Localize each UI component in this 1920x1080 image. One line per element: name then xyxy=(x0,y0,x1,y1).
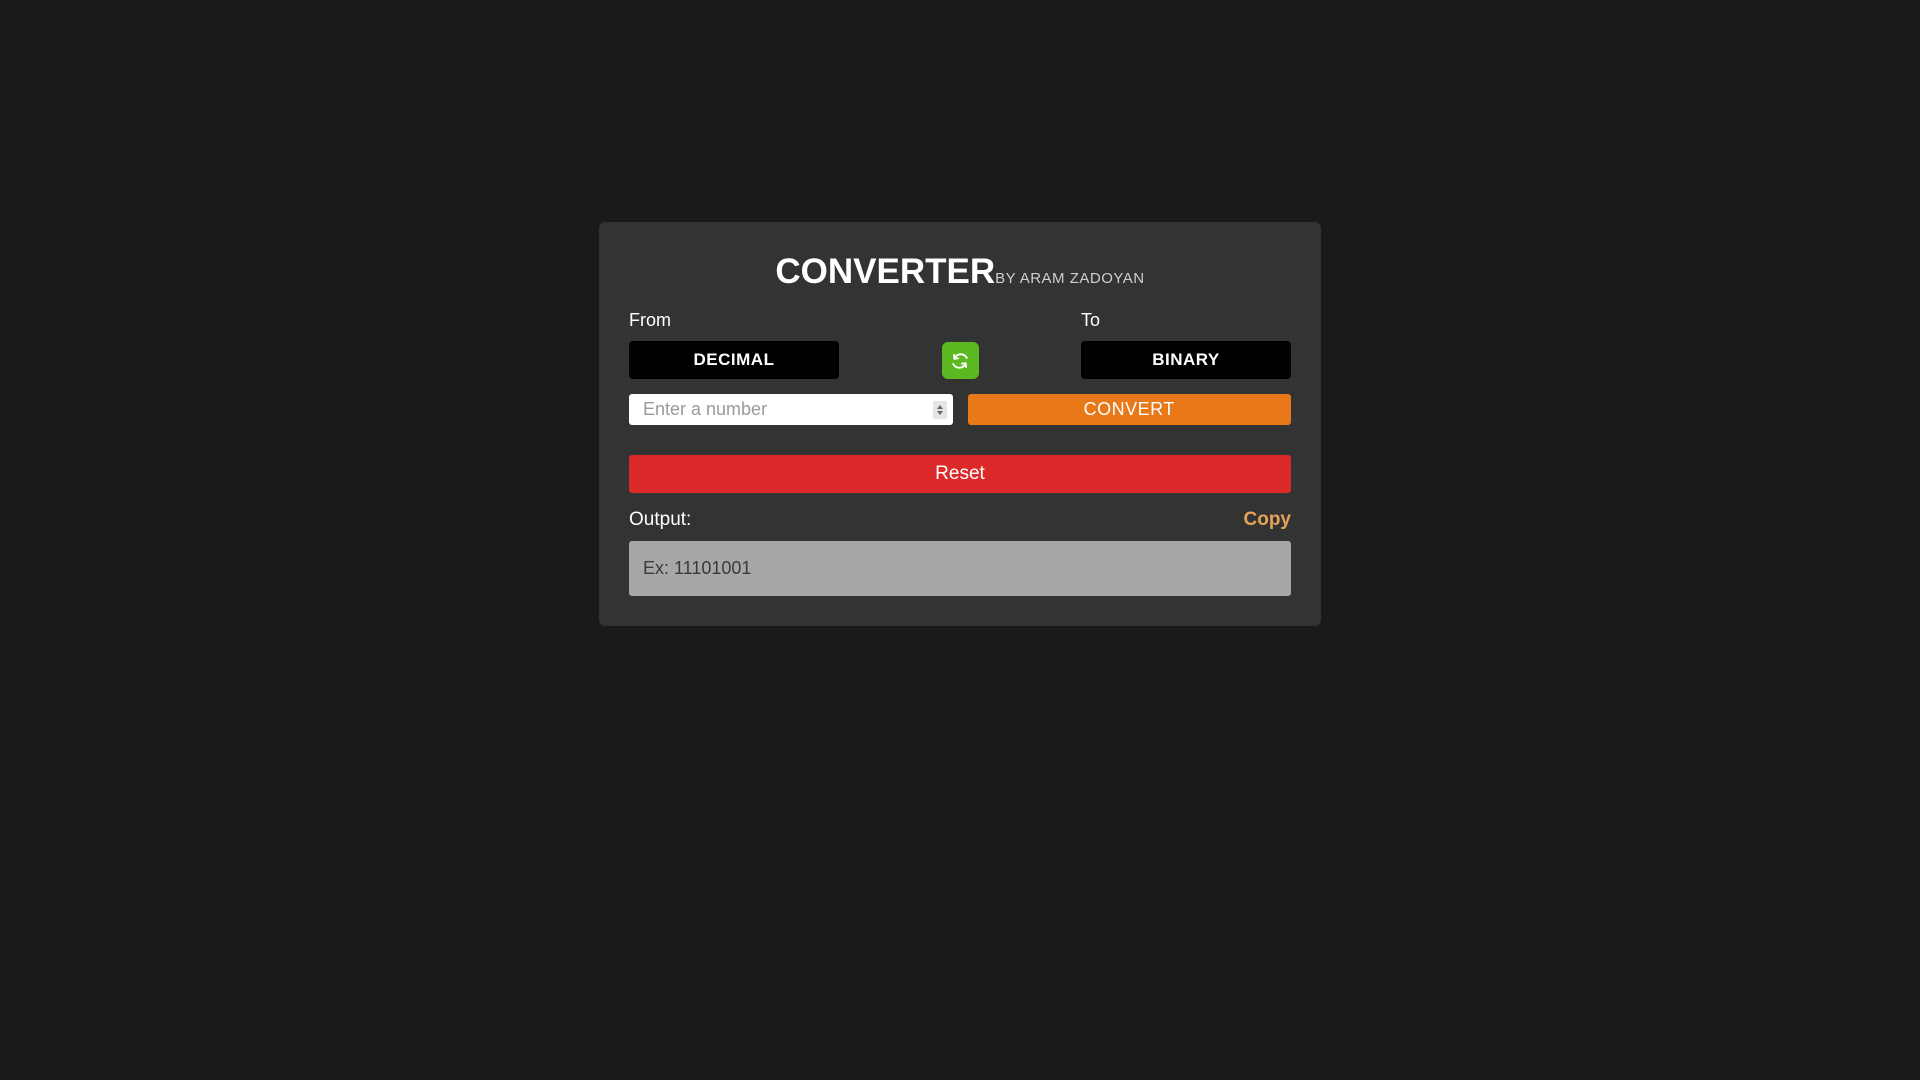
number-input[interactable] xyxy=(629,394,953,425)
from-label: From xyxy=(629,310,839,331)
to-type-select[interactable]: BINARY xyxy=(1081,341,1291,379)
output-box[interactable]: Ex: 11101001 xyxy=(629,541,1291,596)
conversion-row: From DECIMAL To BINARY xyxy=(629,310,1291,379)
to-block: To BINARY xyxy=(1081,310,1291,379)
from-type-select[interactable]: DECIMAL xyxy=(629,341,839,379)
chevron-down-icon xyxy=(937,411,943,415)
to-label: To xyxy=(1081,310,1291,331)
reset-button[interactable]: Reset xyxy=(629,455,1291,493)
swap-icon xyxy=(951,352,969,370)
swap-container xyxy=(839,342,1081,379)
swap-button[interactable] xyxy=(942,342,979,379)
converter-card: CONVERTERBY ARAM ZADOYAN From DECIMAL To… xyxy=(599,222,1321,626)
title-row: CONVERTERBY ARAM ZADOYAN xyxy=(629,252,1291,292)
number-input-wrap xyxy=(629,394,953,425)
convert-button[interactable]: CONVERT xyxy=(968,394,1292,425)
app-title: CONVERTER xyxy=(775,252,995,291)
chevron-up-icon xyxy=(937,405,943,409)
output-label: Output: xyxy=(629,509,691,531)
copy-button[interactable]: Copy xyxy=(1244,509,1292,531)
input-row: CONVERT xyxy=(629,394,1291,425)
from-block: From DECIMAL xyxy=(629,310,839,379)
output-header: Output: Copy xyxy=(629,509,1291,531)
app-subtitle: BY ARAM ZADOYAN xyxy=(995,270,1144,287)
spinner-buttons[interactable] xyxy=(933,401,947,419)
